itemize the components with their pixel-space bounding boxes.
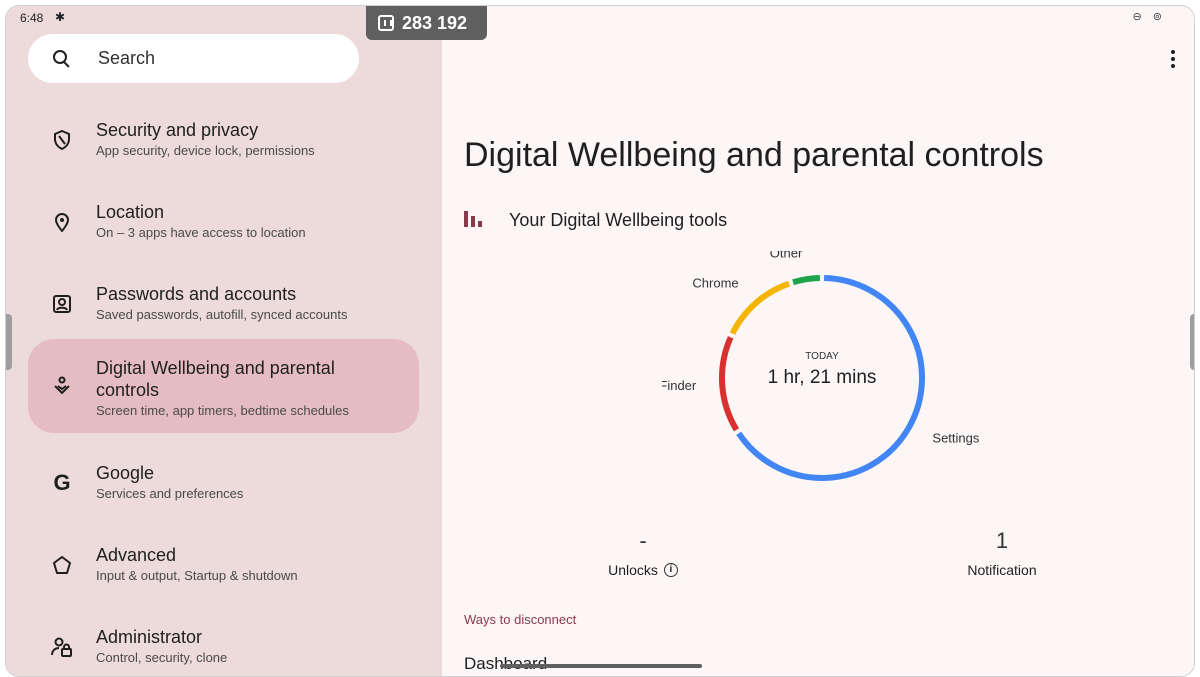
- unlocks-value: -: [639, 528, 647, 553]
- sidebar-item-title: Passwords and accounts: [96, 284, 297, 304]
- sidebar-item-passwords[interactable]: Passwords and accounts Saved passwords, …: [28, 257, 419, 351]
- gear-icon: ✱: [55, 10, 66, 24]
- usage-donut-chart[interactable]: Settings Finder Chrome Other TODAY 1 hr, 21…: [662, 251, 982, 491]
- donut-label-finder: Finder: [662, 378, 697, 393]
- sidebar-item-subtitle: Control, security, clone: [96, 650, 228, 665]
- sidebar-item-title: Google: [96, 463, 155, 483]
- sidebar-item-title: Advanced: [96, 545, 177, 565]
- account-box-icon: [50, 292, 74, 316]
- location-pin-icon: [50, 210, 74, 234]
- sidebar-item-google[interactable]: G Google Services and preferences: [28, 436, 419, 530]
- settings-sidebar: 6:48 ✱ Search Security and privacy App s…: [6, 6, 442, 676]
- sidebar-item-digital-wellbeing[interactable]: Digital Wellbeing and parental controls …: [28, 339, 419, 433]
- shield-icon: [50, 128, 74, 152]
- unlocks-label: Unlocks: [608, 562, 658, 578]
- sidebar-item-title: Security and privacy: [96, 120, 259, 140]
- section-header-ways-to-disconnect: Ways to disconnect: [464, 612, 577, 627]
- coordinate-text: 283 192: [402, 12, 468, 33]
- sidebar-item-title: Digital Wellbeing and parental controls: [96, 358, 335, 400]
- donut-segment-finder[interactable]: [719, 336, 740, 432]
- search-input[interactable]: Search: [98, 48, 155, 69]
- sidebar-item-advanced[interactable]: Advanced Input & output, Startup & shutd…: [28, 518, 419, 612]
- notifications-value: 1: [995, 528, 1009, 553]
- notifications-label: Notification: [967, 562, 1037, 578]
- donut-label-other: Other: [770, 251, 803, 261]
- more-options-icon[interactable]: [1170, 50, 1176, 68]
- sidebar-item-location[interactable]: Location On – 3 apps have access to loca…: [28, 175, 419, 269]
- info-icon[interactable]: i: [663, 563, 678, 577]
- donut-segment-chrome[interactable]: [729, 280, 791, 335]
- sidebar-item-administrator[interactable]: Administrator Control, security, clone: [28, 600, 419, 676]
- page-title: Digital Wellbeing and parental controls: [464, 136, 1044, 174]
- coordinate-badge: 283 192: [366, 6, 487, 40]
- main-content: ⊖ ⊚ Digital Wellbeing and parental contr…: [442, 6, 1194, 676]
- right-edge-handle[interactable]: [1190, 314, 1194, 370]
- sidebar-item-subtitle: Saved passwords, autofill, synced accoun…: [96, 307, 348, 322]
- sidebar-item-subtitle: Screen time, app timers, bedtime schedul…: [96, 403, 349, 418]
- status-time: 6:48: [20, 11, 44, 25]
- bar-chart-icon: [464, 211, 484, 227]
- home-gesture-bar[interactable]: [500, 664, 702, 668]
- status-icons: ⊖ ⊚: [1132, 11, 1166, 23]
- sidebar-item-subtitle: App security, device lock, permissions: [96, 143, 315, 158]
- sidebar-item-subtitle: On – 3 apps have access to location: [96, 225, 306, 240]
- sidebar-item-title: Location: [96, 202, 165, 222]
- donut-segment-other[interactable]: [792, 275, 821, 286]
- google-icon: G: [53, 470, 71, 495]
- donut-label-chrome: Chrome: [692, 275, 738, 290]
- settings-window: 6:48 ✱ Search Security and privacy App s…: [5, 5, 1195, 677]
- wellbeing-icon: [50, 374, 74, 398]
- notifications-stat[interactable]: 1 Notification: [922, 528, 1082, 578]
- sidebar-item-subtitle: Input & output, Startup & shutdown: [96, 568, 298, 583]
- left-edge-handle[interactable]: [6, 314, 12, 370]
- admin-icon: [50, 635, 74, 659]
- donut-label-settings: Settings: [932, 431, 979, 446]
- pointer-icon: [378, 15, 394, 31]
- star-outline-icon: [50, 553, 74, 577]
- unlocks-stat[interactable]: - Unlocks i: [563, 528, 723, 578]
- sidebar-item-security[interactable]: Security and privacy App security, devic…: [28, 93, 419, 187]
- search-icon: [52, 49, 72, 69]
- sidebar-item-subtitle: Services and preferences: [96, 486, 244, 501]
- search-bar[interactable]: Search: [28, 34, 359, 83]
- sidebar-item-title: Administrator: [96, 627, 203, 647]
- tools-title[interactable]: Your Digital Wellbeing tools: [509, 210, 727, 231]
- usage-today-value: 1 hr, 21 mins: [768, 367, 877, 388]
- usage-today-label: TODAY: [805, 351, 839, 362]
